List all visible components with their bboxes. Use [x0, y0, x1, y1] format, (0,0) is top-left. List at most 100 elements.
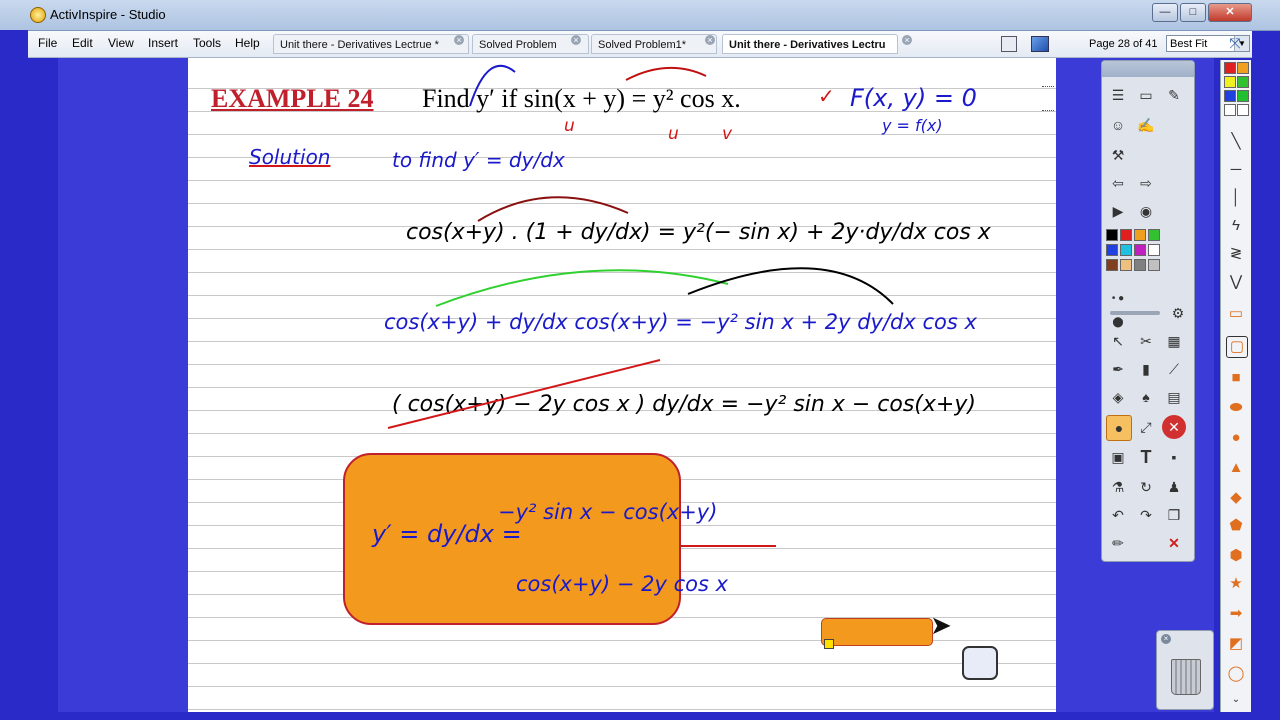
- menu-tools[interactable]: Tools: [193, 36, 221, 50]
- color-swatch-orange[interactable]: [1134, 229, 1146, 241]
- eraser-icon[interactable]: ◈: [1106, 385, 1130, 409]
- calculator-icon[interactable]: ▦: [1162, 329, 1186, 353]
- close-window-button[interactable]: ✕: [1208, 3, 1252, 22]
- callout-shape-icon[interactable]: ◩: [1226, 634, 1246, 654]
- ellipse-shape-icon[interactable]: ⬬: [1226, 398, 1246, 418]
- arrow-shape-icon[interactable]: ➡: [1226, 604, 1246, 624]
- color-swatch-silver[interactable]: [1148, 259, 1160, 271]
- star-shape-icon[interactable]: ★: [1226, 574, 1246, 594]
- next-page-icon[interactable]: ⇨: [1134, 171, 1158, 195]
- menu-help[interactable]: Help: [235, 36, 260, 50]
- menu-file[interactable]: File: [38, 36, 57, 50]
- toolbox-header[interactable]: [1102, 61, 1194, 77]
- color-swatch-white[interactable]: [1224, 104, 1236, 116]
- color-swatch-yellow[interactable]: [1224, 76, 1236, 88]
- pentagon-shape-icon[interactable]: ⬟: [1226, 516, 1246, 536]
- menu-view[interactable]: View: [108, 36, 134, 50]
- color-swatch-white[interactable]: [1148, 244, 1160, 256]
- main-menu-icon[interactable]: ☰: [1106, 83, 1130, 107]
- globe-icon[interactable]: ◉: [1134, 199, 1158, 223]
- maximize-button[interactable]: □: [1180, 3, 1206, 22]
- zigzag-shape-icon[interactable]: ≷: [1226, 244, 1246, 264]
- copy-icon[interactable]: ❐: [1162, 503, 1186, 527]
- clipboard-icon[interactable]: ▤: [1162, 385, 1186, 409]
- color-swatch-lime[interactable]: [1237, 90, 1249, 102]
- people-icon[interactable]: ♟: [1162, 475, 1186, 499]
- save-icon[interactable]: ▪: [1162, 445, 1186, 469]
- chevron-down-icon[interactable]: ⌄: [1226, 690, 1246, 710]
- color-swatch-blue[interactable]: [1106, 244, 1118, 256]
- pen-icon[interactable]: ✒: [1106, 357, 1130, 381]
- color-swatch-brown[interactable]: [1106, 259, 1118, 271]
- delete-icon[interactable]: ✕: [1162, 415, 1186, 439]
- wrench-icon[interactable]: ✂: [1134, 329, 1158, 353]
- triangle-shape-icon[interactable]: ▲: [1226, 458, 1246, 478]
- pen-width-icon[interactable]: • ● ⬤: [1106, 287, 1130, 328]
- color-swatch-green[interactable]: [1237, 76, 1249, 88]
- line-shape-icon[interactable]: ─: [1226, 160, 1246, 180]
- screen-icon[interactable]: [1031, 36, 1049, 52]
- color-swatch-peach[interactable]: [1120, 259, 1132, 271]
- redo-icon[interactable]: ↷: [1134, 503, 1158, 527]
- fill-icon[interactable]: ♠: [1134, 385, 1158, 409]
- tools-icon[interactable]: ⚒: [1106, 143, 1130, 167]
- menu-insert[interactable]: Insert: [148, 36, 178, 50]
- edit-icon[interactable]: ✏: [1106, 531, 1130, 555]
- color-swatch-magenta[interactable]: [1134, 244, 1146, 256]
- ruler-icon[interactable]: ⟋: [1162, 357, 1186, 381]
- minimize-button[interactable]: —: [1152, 3, 1178, 22]
- fullscreen-icon[interactable]: ⤧: [1226, 35, 1244, 52]
- hexagon-shape-icon[interactable]: ⬢: [1226, 546, 1246, 566]
- magic-ink-icon[interactable]: ⚙: [1166, 301, 1190, 325]
- undo-icon[interactable]: ↶: [1106, 503, 1130, 527]
- page-icon[interactable]: ▭: [1134, 83, 1158, 107]
- line-shape-icon[interactable]: │: [1226, 188, 1246, 208]
- color-swatch-black[interactable]: [1106, 229, 1118, 241]
- rectangle-shape-icon[interactable]: ▭: [1226, 304, 1246, 324]
- width-slider[interactable]: [1110, 311, 1160, 315]
- rounded-rectangle-shape-icon[interactable]: ▢: [1226, 336, 1248, 358]
- tab-close-icon[interactable]: ×: [571, 35, 581, 45]
- highlighter-icon[interactable]: ▮: [1134, 357, 1158, 381]
- user-icon[interactable]: ☺: [1106, 113, 1130, 137]
- color-swatch-red[interactable]: [1224, 62, 1236, 74]
- tab-solved-problem1[interactable]: Solved Problem1*: [591, 34, 717, 54]
- line-shape-icon[interactable]: ╲: [1226, 132, 1246, 152]
- tab-close-icon[interactable]: ×: [902, 35, 912, 45]
- page-browser-icon[interactable]: [1001, 36, 1017, 52]
- signature-icon[interactable]: ✍: [1134, 113, 1158, 137]
- color-swatch-gray[interactable]: [1134, 259, 1146, 271]
- close-icon[interactable]: ×: [1161, 634, 1171, 644]
- color-swatch-blue[interactable]: [1224, 90, 1236, 102]
- rounded-square-shape[interactable]: [962, 646, 998, 680]
- clear-icon[interactable]: ✕: [1162, 531, 1186, 555]
- text-tool-icon[interactable]: T: [1134, 445, 1158, 469]
- angle-shape-icon[interactable]: ⋁: [1226, 272, 1246, 292]
- color-swatch-white[interactable]: [1237, 104, 1249, 116]
- square-shape-icon[interactable]: ■: [1226, 368, 1246, 388]
- trash-icon[interactable]: [1171, 659, 1201, 695]
- diamond-shape-icon[interactable]: ◆: [1226, 488, 1246, 508]
- camera-icon[interactable]: ▣: [1106, 445, 1130, 469]
- pen-tool-icon[interactable]: ✎: [1162, 83, 1186, 107]
- color-swatch-green[interactable]: [1148, 229, 1160, 241]
- shape-tool-icon[interactable]: ●: [1106, 415, 1132, 441]
- tab-close-icon[interactable]: ×: [454, 35, 464, 45]
- menu-edit[interactable]: Edit: [72, 36, 93, 50]
- circle-outline-shape-icon[interactable]: ◯: [1226, 664, 1246, 684]
- selected-shape[interactable]: [821, 618, 933, 646]
- connector-icon[interactable]: ⤢: [1134, 415, 1158, 439]
- play-icon[interactable]: ▶: [1106, 199, 1130, 223]
- reset-icon[interactable]: ↻: [1134, 475, 1158, 499]
- previous-page-icon[interactable]: ⇦: [1106, 171, 1130, 195]
- color-swatch-orange[interactable]: [1237, 62, 1249, 74]
- beaker-icon[interactable]: ⚗: [1106, 475, 1130, 499]
- tab-close-icon[interactable]: ×: [705, 35, 715, 45]
- color-swatch-red[interactable]: [1120, 229, 1132, 241]
- resize-handle[interactable]: [824, 639, 834, 649]
- tab-derivatives-lecture[interactable]: Unit there - Derivatives Lectrue *: [273, 34, 469, 54]
- circle-shape-icon[interactable]: ●: [1226, 428, 1246, 448]
- tab-derivatives-lecture-active[interactable]: Unit there - Derivatives Lectru: [722, 34, 898, 54]
- select-tool-icon[interactable]: ↖: [1106, 329, 1130, 353]
- zigzag-shape-icon[interactable]: ϟ: [1226, 216, 1246, 236]
